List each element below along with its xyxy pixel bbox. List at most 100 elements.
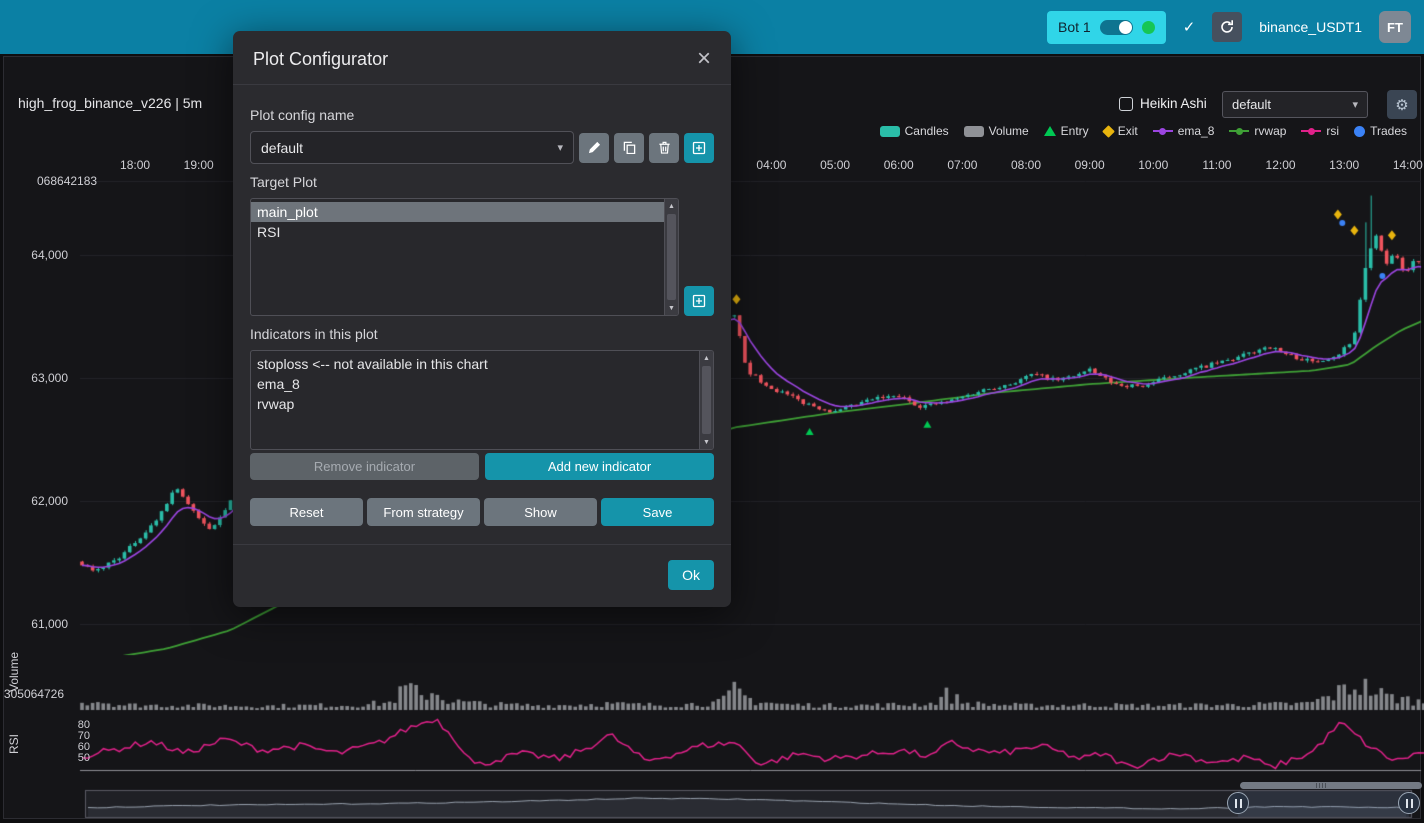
list-item[interactable]: rvwap [251,394,699,414]
add-new-indicator-button[interactable]: Add new indicator [485,453,714,480]
plot-configurator-modal: Plot Configurator × Plot config name def… [233,31,731,607]
ft-logo[interactable]: FT [1379,11,1411,43]
add-config-button[interactable] [684,133,714,163]
legend-item-exit[interactable]: Exit [1104,124,1138,138]
ok-button[interactable]: Ok [668,560,714,590]
target-plot-label: Target Plot [250,174,714,190]
scroll-up-icon[interactable]: ▲ [700,351,713,365]
plot-config-name-select[interactable]: default ▾ [250,131,574,164]
scrollbar-grip-icon [1316,783,1328,788]
trades-legend-icon [1354,126,1365,137]
x-axis-label: 18:00 [120,158,150,172]
legend-label: Exit [1118,124,1138,138]
legend-item-trades[interactable]: Trades [1354,124,1407,138]
list-item[interactable]: ema_8 [251,374,699,394]
chevron-down-icon: ▾ [557,141,563,154]
legend-label: Candles [905,124,949,138]
legend-label: Volume [989,124,1029,138]
plot-config-name-value: default [261,140,303,156]
chart-legend: Candles Volume Entry Exit ema_8 rvwap rsi Trade… [880,124,1407,138]
datazoom-handle-right[interactable] [1398,792,1420,814]
exit-legend-icon [1102,125,1115,138]
pause-icon [1240,799,1242,808]
edit-config-button[interactable] [579,133,609,163]
plus-square-icon [692,141,706,155]
gear-icon: ⚙ [1395,96,1408,114]
refresh-icon [1219,19,1235,35]
scrollbar-thumb[interactable] [702,366,711,434]
modal-title: Plot Configurator [253,49,388,70]
show-button[interactable]: Show [484,498,597,526]
plot-configurator-gear-button[interactable]: ⚙ [1387,90,1417,119]
legend-item-rsi[interactable]: rsi [1301,124,1339,138]
check-icon: ✓ [1183,18,1196,36]
from-strategy-button[interactable]: From strategy [367,498,480,526]
pencil-icon [588,141,601,154]
delete-config-button[interactable] [649,133,679,163]
bot-label: Bot 1 [1058,19,1091,35]
volume-legend-icon [964,126,984,137]
indicators-label: Indicators in this plot [250,326,714,342]
duplicate-config-button[interactable] [614,133,644,163]
horizontal-scrollbar[interactable] [1240,782,1422,789]
y-axis-label: 64,000 [0,248,68,262]
legend-label: Entry [1061,124,1089,138]
scroll-down-icon[interactable]: ▼ [665,301,678,315]
legend-item-entry[interactable]: Entry [1044,124,1089,138]
legend-item-ema_8[interactable]: ema_8 [1153,124,1215,138]
reset-button[interactable]: Reset [250,498,363,526]
add-plot-button[interactable] [684,286,714,316]
plus-square-icon [692,294,706,308]
scrollbar-thumb[interactable] [667,214,676,300]
plot-config-dropdown[interactable]: default ▾ [1222,91,1368,118]
pause-icon [1411,799,1413,808]
y-axis-label: 63,000 [0,371,68,385]
scroll-up-icon[interactable]: ▲ [665,199,678,213]
x-axis-label: 11:00 [1202,158,1231,172]
x-axis-label: 07:00 [947,158,977,172]
legend-item-volume[interactable]: Volume [964,124,1029,138]
pause-icon [1235,799,1237,808]
pause-icon [1406,799,1408,808]
plot-config-dropdown-value: default [1232,97,1271,112]
legend-label: rsi [1326,124,1339,138]
volume-pane-label: Volume [7,652,21,692]
y-axis-label: 068642183 [37,174,97,188]
rsi-legend-icon [1301,126,1321,137]
rsi-pane-label: RSI [7,734,21,754]
scrollbar[interactable]: ▲ ▼ [699,351,713,449]
scrollbar[interactable]: ▲ ▼ [664,199,678,315]
heikin-ashi-label: Heikin Ashi [1140,96,1207,111]
ema_8-legend-icon [1153,126,1173,137]
legend-label: ema_8 [1178,124,1215,138]
bot-name: binance_USDT1 [1259,19,1362,35]
y-axis-label: 62,000 [0,494,68,508]
list-item[interactable]: main_plot [251,202,664,222]
x-axis-label: 13:00 [1329,158,1359,172]
legend-label: Trades [1370,124,1407,138]
bot-selector[interactable]: Bot 1 [1047,11,1166,44]
save-button[interactable]: Save [601,498,714,526]
chevron-down-icon: ▾ [1352,98,1358,111]
rvwap-legend-icon [1229,126,1249,137]
x-axis-label: 04:00 [756,158,786,172]
x-axis-label: 05:00 [820,158,850,172]
remove-indicator-button[interactable]: Remove indicator [250,453,479,480]
bot-toggle[interactable] [1100,20,1133,35]
list-item[interactable]: RSI [251,222,664,242]
chart-title: high_frog_binance_v226 | 5m [18,95,202,111]
close-icon[interactable]: × [697,47,711,71]
toggle-knob [1119,21,1132,34]
list-item[interactable]: stoploss <-- not available in this chart [251,354,699,374]
legend-item-rvwap[interactable]: rvwap [1229,124,1286,138]
x-axis-label: 12:00 [1266,158,1296,172]
rsi-axis-label: 50 [60,752,90,764]
target-plot-listbox: main_plotRSI ▲ ▼ [250,198,679,316]
candles-legend-icon [880,126,900,137]
legend-item-candles[interactable]: Candles [880,124,949,138]
heikin-ashi-checkbox[interactable] [1119,97,1133,111]
refresh-button[interactable] [1212,12,1242,42]
plot-config-name-label: Plot config name [250,107,714,123]
datazoom-handle-left[interactable] [1227,792,1249,814]
scroll-down-icon[interactable]: ▼ [700,435,713,449]
